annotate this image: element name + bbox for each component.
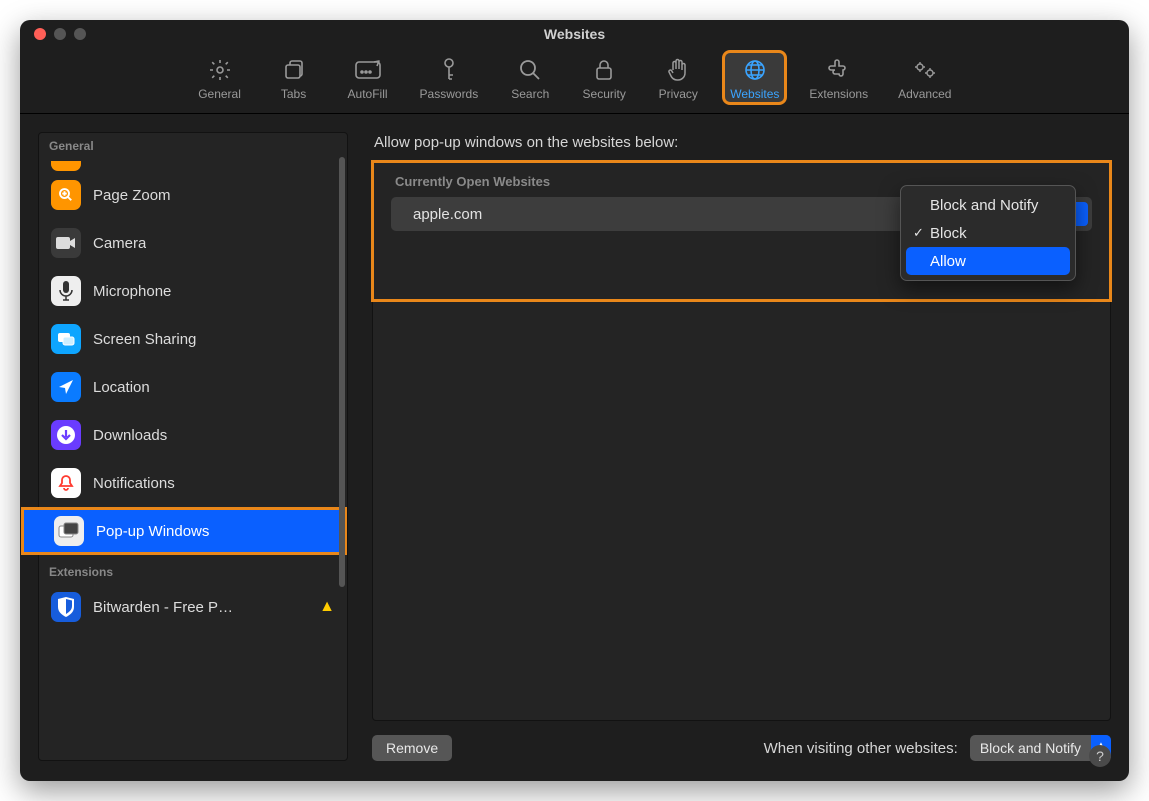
lock-icon: [590, 56, 618, 84]
downloads-icon: [51, 420, 81, 450]
tab-advanced[interactable]: Advanced: [892, 52, 957, 103]
sidebar-item-label: Camera: [93, 235, 146, 252]
tab-extensions[interactable]: Extensions: [803, 52, 874, 103]
body: General Page Zoom Camera: [20, 114, 1129, 781]
warning-icon: ▲: [319, 598, 335, 616]
bottom-bar: Remove When visiting other websites: Blo…: [372, 735, 1111, 761]
tab-general[interactable]: General: [192, 52, 248, 103]
gear-icon: [206, 56, 234, 84]
option-label: Block: [930, 225, 967, 242]
popup-option-allow[interactable]: Allow: [906, 247, 1070, 275]
preferences-toolbar: General Tabs AutoFill Passwords Search: [20, 48, 1129, 114]
shield-icon: [51, 592, 81, 622]
autofill-icon: [354, 56, 382, 84]
tabs-icon: [280, 56, 308, 84]
main-heading: Allow pop-up windows on the websites bel…: [374, 134, 1111, 151]
sidebar-item-bitwarden[interactable]: Bitwarden - Free P… ▲: [39, 583, 347, 631]
help-button[interactable]: ?: [1089, 745, 1111, 767]
window-title: Websites: [20, 26, 1129, 42]
dropdown-value: Block and Notify: [970, 740, 1091, 756]
button-label: Remove: [386, 740, 438, 756]
popup-option-block[interactable]: Block: [906, 219, 1070, 247]
sidebar-item-popup-windows[interactable]: Pop-up Windows: [21, 507, 347, 555]
tab-label: AutoFill: [348, 87, 388, 101]
tab-search[interactable]: Search: [502, 52, 558, 103]
search-icon: [516, 56, 544, 84]
sidebar-item-label: Downloads: [93, 427, 167, 444]
tab-label: Privacy: [659, 87, 698, 101]
sidebar-item-downloads[interactable]: Downloads: [39, 411, 347, 459]
sidebar-item-camera[interactable]: Camera: [39, 219, 347, 267]
sidebar-item-label: Screen Sharing: [93, 331, 196, 348]
screen-sharing-icon: [51, 324, 81, 354]
sidebar-section-general: General: [39, 133, 347, 157]
tab-label: Advanced: [898, 87, 951, 101]
option-label: Allow: [930, 253, 966, 270]
zoom-icon: [51, 180, 81, 210]
sidebar-item-label: Notifications: [93, 475, 175, 492]
tab-websites[interactable]: Websites: [724, 52, 785, 103]
camera-icon: [51, 228, 81, 258]
sidebar: General Page Zoom Camera: [38, 132, 348, 761]
gears-icon: [911, 56, 939, 84]
sidebar-item-screen-sharing[interactable]: Screen Sharing: [39, 315, 347, 363]
sidebar-section-extensions: Extensions: [39, 559, 347, 583]
tab-label: General: [198, 87, 241, 101]
sidebar-item-notifications[interactable]: Notifications: [39, 459, 347, 507]
tab-label: Security: [583, 87, 626, 101]
tab-tabs[interactable]: Tabs: [266, 52, 322, 103]
tab-security[interactable]: Security: [576, 52, 632, 103]
tab-passwords[interactable]: Passwords: [414, 52, 485, 103]
tab-label: Tabs: [281, 87, 306, 101]
other-websites-label: When visiting other websites:: [764, 740, 958, 757]
tab-label: Search: [511, 87, 549, 101]
globe-icon: [741, 56, 769, 84]
sidebar-item-label: Bitwarden - Free P…: [93, 599, 233, 616]
help-label: ?: [1096, 748, 1104, 764]
popup-option-block-notify[interactable]: Block and Notify: [906, 191, 1070, 219]
main-pane: Allow pop-up windows on the websites bel…: [372, 132, 1111, 761]
websites-listbox: Currently Open Websites apple.com Block …: [372, 161, 1111, 721]
location-icon: [51, 372, 81, 402]
remove-button[interactable]: Remove: [372, 735, 452, 761]
preferences-window: Websites General Tabs AutoFill Pass: [20, 20, 1129, 781]
windows-icon: [54, 516, 84, 546]
sidebar-item-page-zoom[interactable]: Page Zoom: [39, 171, 347, 219]
sidebar-list: Page Zoom Camera Microphone: [39, 171, 347, 555]
sidebar-item-label: Location: [93, 379, 150, 396]
key-icon: [435, 56, 463, 84]
titlebar: Websites: [20, 20, 1129, 48]
tab-label: Extensions: [809, 87, 868, 101]
sidebar-item-label: Microphone: [93, 283, 171, 300]
sidebar-item-partial[interactable]: [51, 161, 81, 171]
bell-icon: [51, 468, 81, 498]
tab-label: Passwords: [420, 87, 479, 101]
hand-icon: [664, 56, 692, 84]
sidebar-item-label: Pop-up Windows: [96, 523, 209, 540]
sidebar-scrollbar[interactable]: [339, 157, 345, 587]
sidebar-item-label: Page Zoom: [93, 187, 171, 204]
sidebar-item-microphone[interactable]: Microphone: [39, 267, 347, 315]
sidebar-item-location[interactable]: Location: [39, 363, 347, 411]
microphone-icon: [51, 276, 81, 306]
permission-popup-menu: Block and Notify Block Allow: [900, 185, 1076, 281]
tab-privacy[interactable]: Privacy: [650, 52, 706, 103]
tab-label: Websites: [730, 87, 779, 101]
option-label: Block and Notify: [930, 197, 1038, 214]
website-row-apple[interactable]: apple.com Block and Notify Block Allow: [391, 197, 1092, 231]
puzzle-icon: [825, 56, 853, 84]
tab-autofill[interactable]: AutoFill: [340, 52, 396, 103]
